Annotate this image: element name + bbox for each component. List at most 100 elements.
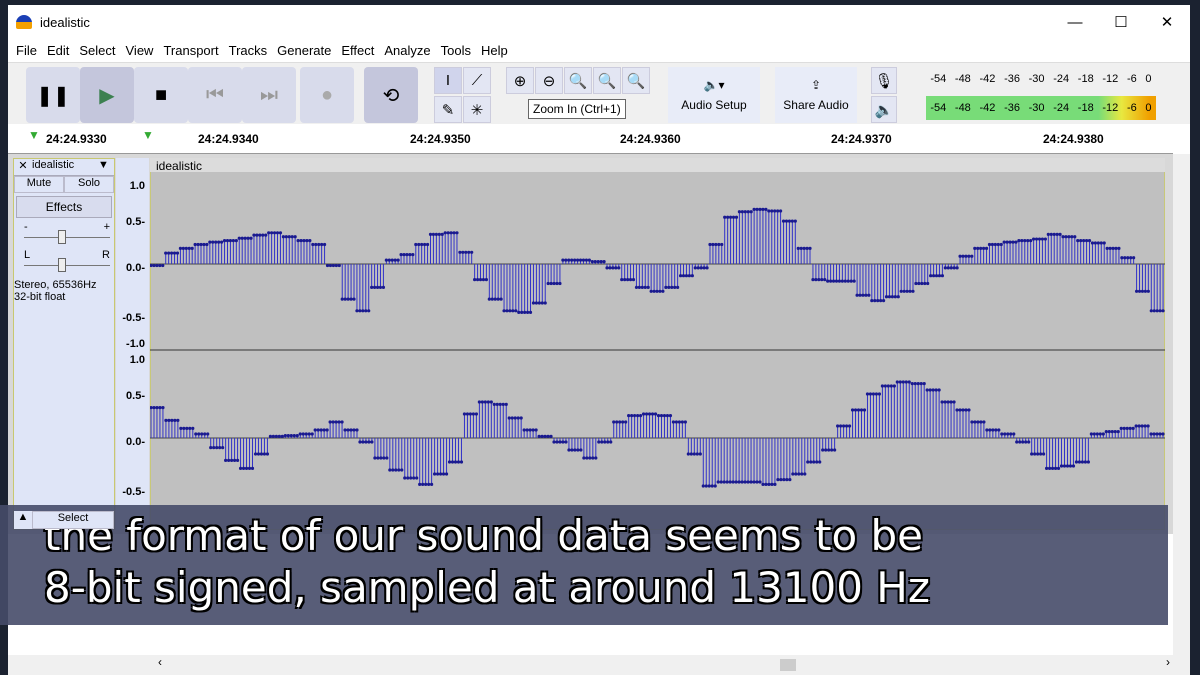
vertical-scrollbar[interactable]: [1173, 154, 1190, 655]
sample-point: [593, 260, 597, 264]
menu-generate[interactable]: Generate: [273, 43, 337, 58]
record-meter-button[interactable]: 🎙: [871, 67, 897, 94]
sample-point: [662, 414, 667, 418]
scroll-thumb[interactable]: [780, 659, 796, 671]
gain-slider-handle[interactable]: [58, 230, 66, 244]
sample-point: [438, 472, 443, 476]
track-name-menu[interactable]: idealistic: [32, 159, 98, 175]
zoom-toggle-button[interactable]: 🔍: [622, 67, 650, 94]
clip-title-bar[interactable]: [150, 158, 1165, 172]
multi-tool-button[interactable]: ✳: [463, 96, 491, 123]
sample-point: [418, 482, 422, 486]
sample-point: [674, 420, 679, 424]
play-meter-button[interactable]: 🔈: [871, 96, 897, 123]
play-head-marker-icon[interactable]: ▼: [28, 128, 40, 142]
fit-project-button[interactable]: 🔍: [593, 67, 621, 94]
draw-tool-button[interactable]: ✎: [434, 96, 462, 123]
sample-point: [1040, 237, 1045, 241]
sample-point: [714, 242, 718, 247]
pause-button[interactable]: ❚❚: [26, 67, 80, 123]
zoom-out-button[interactable]: ⊖: [535, 67, 563, 94]
menu-view[interactable]: View: [122, 43, 160, 58]
sample-point: [561, 258, 565, 262]
sample-point: [659, 414, 664, 418]
sample-point: [677, 420, 681, 424]
scroll-left-icon[interactable]: ‹: [158, 655, 162, 669]
sample-point: [1129, 256, 1133, 260]
horizontal-scrollbar[interactable]: ‹ ›: [8, 655, 1190, 675]
sample-point: [462, 412, 467, 416]
loop-button[interactable]: ⟲: [364, 67, 418, 123]
meter-tick: -6: [1126, 73, 1137, 85]
record-meter[interactable]: -54 -48 -42 -36 -30 -24 -18 -12 -6 0: [926, 67, 1156, 91]
close-button[interactable]: ✕: [1144, 5, 1190, 39]
envelope-tool-button[interactable]: ⟋: [463, 67, 491, 94]
pan-slider-handle[interactable]: [58, 258, 66, 272]
sample-point: [523, 310, 527, 314]
track-menu-dropdown-icon[interactable]: ▼: [98, 159, 114, 175]
zoom-in-button[interactable]: ⊕: [506, 67, 534, 94]
sample-point: [908, 289, 912, 293]
timeline-ruler[interactable]: ▼ ▼ 24:24.9330 24:24.9340 24:24.9350 24:24.…: [8, 124, 1173, 154]
playback-meter[interactable]: -54 -48 -42 -36 -30 -24 -18 -12 -6 0: [926, 96, 1156, 120]
pan-slider[interactable]: L R: [14, 249, 114, 279]
menu-select[interactable]: Select: [75, 43, 121, 58]
effects-button[interactable]: Effects: [16, 196, 112, 218]
menu-transport[interactable]: Transport: [159, 43, 224, 58]
sample-point: [284, 235, 288, 239]
selection-tool-button[interactable]: I: [434, 67, 462, 94]
solo-button[interactable]: Solo: [64, 176, 114, 193]
gain-slider[interactable]: - +: [14, 221, 114, 249]
fit-selection-button[interactable]: 🔍: [564, 67, 592, 94]
menu-edit[interactable]: Edit: [43, 43, 75, 58]
sample-point: [301, 432, 305, 436]
collapse-track-button[interactable]: ▲: [14, 511, 32, 529]
sample-point: [1034, 237, 1039, 241]
sample-point: [275, 231, 280, 235]
close-track-button[interactable]: ✕: [14, 159, 32, 175]
record-button[interactable]: ●: [300, 67, 354, 123]
sample-point: [378, 285, 383, 289]
audio-setup-button[interactable]: 🔈▾ Audio Setup: [668, 67, 760, 123]
sample-point: [661, 289, 665, 293]
meter-tick: -24: [1053, 73, 1070, 85]
sample-point: [883, 384, 887, 388]
waveform[interactable]: idealistic: [150, 158, 1165, 530]
sample-point: [358, 440, 362, 444]
menu-effect[interactable]: Effect: [337, 43, 380, 58]
sample-point: [793, 219, 797, 223]
loop-icon: ⟲: [382, 84, 400, 107]
sample-point: [644, 412, 649, 416]
ruler-label: 24:24.9330: [46, 132, 107, 146]
sample-point: [1104, 430, 1108, 434]
maximize-button[interactable]: ☐: [1098, 5, 1144, 39]
sample-point: [594, 456, 598, 460]
vertical-scale[interactable]: 1.0 1.0 0.5- 0.5- 0.0- 0.0- -0.5- -0.5- -1.0: [116, 158, 149, 530]
sample-point: [507, 416, 511, 420]
sample-point: [868, 392, 873, 396]
sample-point: [1161, 309, 1165, 313]
menu-file[interactable]: File: [12, 43, 43, 58]
menu-tracks[interactable]: Tracks: [225, 43, 274, 58]
sample-point: [464, 250, 468, 254]
sample-point: [414, 242, 418, 247]
play-button[interactable]: ▶: [80, 67, 134, 123]
menu-tools[interactable]: Tools: [437, 43, 477, 58]
sample-point: [701, 484, 705, 488]
sample-point: [1032, 237, 1036, 241]
play-start-marker-icon[interactable]: ▼: [142, 128, 154, 142]
menu-help[interactable]: Help: [477, 43, 514, 58]
skip-start-button[interactable]: ⏮: [188, 67, 242, 123]
scroll-right-icon[interactable]: ›: [1166, 655, 1170, 669]
stop-button[interactable]: ■: [134, 67, 188, 123]
select-track-button[interactable]: Select: [32, 511, 114, 529]
sample-point: [252, 233, 256, 237]
minimize-button[interactable]: —: [1052, 5, 1098, 39]
menu-analyze[interactable]: Analyze: [380, 43, 436, 58]
share-audio-button[interactable]: ⇪ Share Audio: [775, 67, 857, 123]
record-icon: ●: [320, 83, 334, 106]
sample-point: [178, 246, 183, 250]
mute-button[interactable]: Mute: [14, 176, 64, 193]
sample-point: [591, 456, 595, 460]
skip-end-button[interactable]: ⏭: [242, 67, 296, 123]
